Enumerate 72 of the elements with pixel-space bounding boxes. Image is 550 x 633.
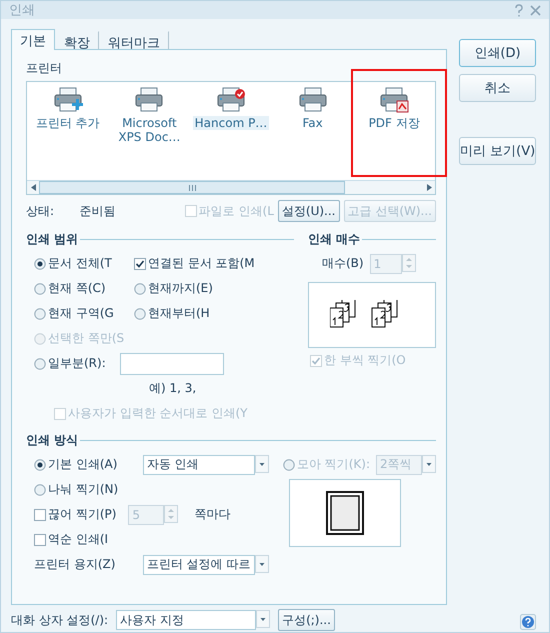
option-label: 현재까지(E) bbox=[148, 280, 213, 297]
help-icon[interactable] bbox=[520, 614, 536, 630]
dropdown-caret-icon[interactable] bbox=[254, 454, 269, 472]
option-label: 역순 인쇄(I bbox=[48, 531, 108, 548]
group-title: 인쇄 매수 bbox=[308, 230, 360, 248]
dialog-button[interactable]: 인쇄(D) bbox=[459, 39, 536, 67]
range-hint: 예) 1, 3, bbox=[149, 380, 196, 397]
radio-button[interactable] bbox=[134, 308, 146, 320]
page-drawing bbox=[326, 491, 364, 535]
checkbox[interactable] bbox=[34, 534, 46, 546]
paper-label: 프린터 용지(Z) bbox=[34, 556, 116, 573]
status-label: 상태: bbox=[26, 202, 56, 220]
option-label: 현재 쪽(C) bbox=[48, 280, 106, 297]
page-range-field[interactable] bbox=[120, 352, 224, 374]
section-label: 프린터 bbox=[26, 60, 63, 77]
printer-icon bbox=[296, 86, 329, 114]
option-label: 끊어 찍기(P) bbox=[48, 506, 116, 523]
printer-item[interactable]: PDF 저장 bbox=[366, 116, 422, 130]
dialog-setting-label: 대화 상자 설정(/): bbox=[11, 612, 108, 628]
option-label: 현재 구역(G bbox=[48, 305, 114, 322]
radio-button[interactable] bbox=[34, 258, 46, 270]
option-label: 연결된 문서 포함(M bbox=[148, 255, 255, 272]
copies-label: 매수(B) bbox=[322, 255, 364, 272]
dialog-button[interactable]: 미리 보기(V) bbox=[459, 137, 536, 165]
spinner-arrows-icon[interactable] bbox=[402, 254, 416, 272]
option-label: 나눠 찍기(N) bbox=[48, 481, 118, 498]
radio-button[interactable] bbox=[34, 358, 46, 370]
option-label: 파일로 인쇄(L bbox=[198, 202, 274, 220]
window-title: 인쇄 bbox=[9, 2, 36, 19]
close-icon[interactable] bbox=[530, 4, 541, 16]
printer-item[interactable]: Hancom P… bbox=[192, 116, 270, 130]
configure-button[interactable]: 구성(;)... bbox=[278, 609, 335, 631]
scroll-left-icon[interactable] bbox=[30, 184, 36, 191]
radio-button[interactable] bbox=[34, 308, 46, 320]
status-value: 준비됨 bbox=[80, 202, 117, 220]
printer-settings-button[interactable]: 설정(U)... bbox=[278, 200, 340, 222]
option-label: 한 부씩 찍기(O bbox=[324, 352, 406, 369]
option-label: 문서 전체(T bbox=[48, 255, 112, 272]
radio-button[interactable] bbox=[34, 484, 46, 496]
scrollbar[interactable] bbox=[27, 180, 435, 194]
radio-button[interactable] bbox=[134, 282, 146, 294]
group-title: 인쇄 방식 bbox=[26, 432, 78, 448]
dialog-setting-dropdown[interactable]: 사용자 지정 bbox=[116, 610, 256, 630]
radio-button[interactable] bbox=[34, 282, 46, 294]
dropdown-caret-icon[interactable] bbox=[254, 554, 269, 572]
option-label: 선택한 쪽만(S bbox=[48, 330, 124, 347]
group-title: 인쇄 범위 bbox=[26, 230, 78, 248]
printer-icon bbox=[214, 86, 247, 114]
scroll-right-icon[interactable] bbox=[426, 184, 432, 191]
printer-icon bbox=[133, 86, 166, 114]
print-mode-dropdown[interactable]: 자동 인쇄 bbox=[142, 454, 255, 474]
printer-icon bbox=[378, 86, 410, 114]
radio-button[interactable] bbox=[34, 458, 46, 470]
paper-dropdown[interactable]: 프린터 설정에 따르 bbox=[142, 554, 255, 574]
printer-item[interactable]: Fax bbox=[300, 116, 325, 130]
help-icon[interactable] bbox=[514, 4, 524, 16]
printer-icon bbox=[52, 86, 84, 114]
grip-icon bbox=[188, 184, 196, 190]
dropdown-caret-icon[interactable] bbox=[422, 454, 436, 472]
printer-item[interactable]: 프린터 추가 bbox=[34, 116, 102, 130]
unit-label: 쪽마다 bbox=[194, 506, 230, 523]
option-label: 사용자가 입력한 순서대로 인쇄(Y bbox=[68, 405, 248, 422]
option-label: 현재부터(H bbox=[148, 305, 210, 322]
option-label: 일부분(R): bbox=[48, 355, 106, 372]
printer-item[interactable]: Microsoft XPS Doc… bbox=[108, 116, 190, 144]
option-label: 모아 찍기(K): bbox=[296, 456, 370, 473]
dialog-button[interactable]: 취소 bbox=[459, 74, 536, 102]
option-label: 기본 인쇄(A) bbox=[48, 456, 118, 473]
tab[interactable]: 기본 bbox=[11, 29, 55, 50]
spinner-arrows-icon[interactable] bbox=[164, 504, 178, 522]
dropdown-caret-icon[interactable] bbox=[256, 610, 270, 628]
checkbox[interactable] bbox=[134, 258, 146, 270]
